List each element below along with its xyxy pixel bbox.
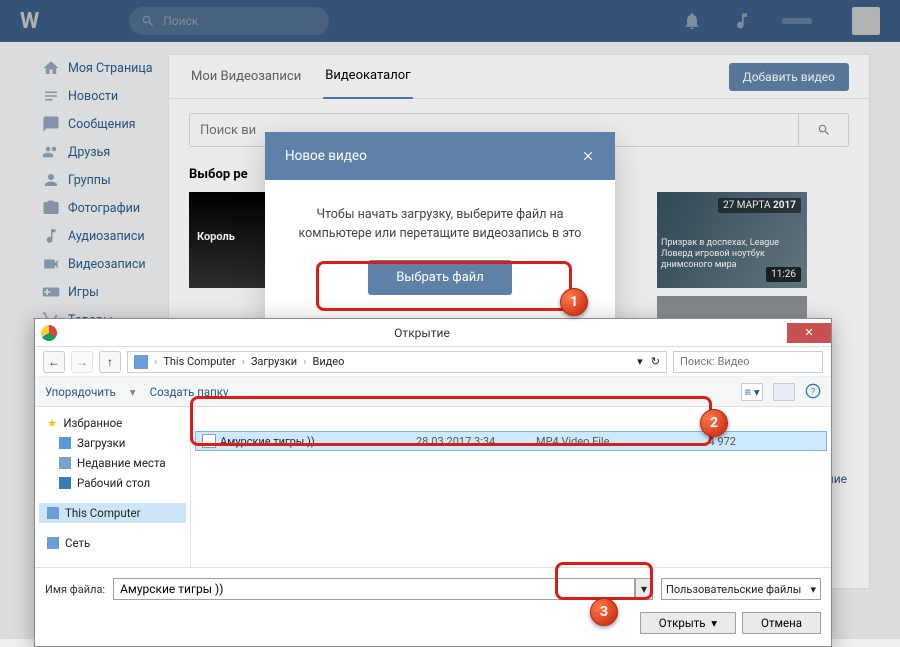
close-icon[interactable]	[581, 149, 595, 163]
dialog-sidebar: ★Избранное Загрузки Недавние места Рабоч…	[35, 407, 191, 567]
tab-catalog[interactable]: Видеокаталог	[323, 54, 412, 99]
nav-news[interactable]: Новости	[42, 82, 160, 110]
new-folder-button[interactable]: Создать папку	[150, 385, 229, 399]
svg-text:?: ?	[811, 386, 816, 397]
search-icon	[141, 14, 155, 28]
music-icon[interactable]	[732, 11, 752, 31]
progress-indicator	[782, 18, 812, 24]
filename-label: Имя файла:	[45, 583, 105, 596]
avatar[interactable]	[852, 7, 880, 35]
chrome-icon	[41, 325, 57, 341]
nav-friends[interactable]: Друзья	[42, 138, 160, 166]
friends-icon	[42, 143, 60, 161]
search-icon	[817, 123, 831, 137]
nav-up-button[interactable]: ↑	[99, 351, 121, 373]
side-network[interactable]: Сеть	[39, 533, 186, 553]
file-list: Амурские тигры )) 28.03.2017 3:34 MP4 Vi…	[191, 407, 831, 567]
view-mode-button[interactable]: ≡ ▾	[741, 383, 763, 401]
modal-desc-2: компьютере или перетащите видеозапись в …	[295, 225, 585, 244]
organize-menu[interactable]: Упорядочить	[45, 385, 116, 399]
add-video-button[interactable]: Добавить видео	[729, 63, 849, 91]
video-icon	[42, 255, 60, 273]
header-search-placeholder: Поиск	[163, 14, 198, 28]
video-thumb[interactable]: 27 МАРТА 2017 Призрак в доспехах, League…	[657, 192, 807, 288]
header-search[interactable]: Поиск	[129, 7, 329, 35]
side-recent[interactable]: Недавние места	[39, 453, 186, 473]
nav-photos[interactable]: Фотографии	[42, 194, 160, 222]
open-button[interactable]: Открыть ▾	[640, 612, 736, 634]
nav-back-button[interactable]: ←	[43, 351, 65, 373]
tab-my-videos[interactable]: Мои Видеозаписи	[189, 55, 303, 98]
camera-icon	[42, 199, 60, 217]
news-icon	[42, 87, 60, 105]
marker-2: 2	[700, 409, 728, 437]
nav-forward-button[interactable]: →	[71, 351, 93, 373]
marker-1: 1	[560, 288, 588, 316]
video-search-button[interactable]	[799, 113, 849, 147]
modal-desc-1: Чтобы начать загрузку, выберите файл на	[295, 206, 585, 225]
games-icon	[42, 283, 60, 301]
side-downloads[interactable]: Загрузки	[39, 433, 186, 453]
nav-messages[interactable]: Сообщения	[42, 110, 160, 138]
side-favorites[interactable]: ★Избранное	[39, 413, 186, 433]
audio-icon	[42, 227, 60, 245]
nav-audio[interactable]: Аудиозаписи	[42, 222, 160, 250]
messages-icon	[42, 115, 60, 133]
vk-logo-icon[interactable]: W	[20, 9, 39, 34]
marker-3: 3	[590, 598, 618, 626]
dialog-close-button[interactable]: ✕	[787, 323, 831, 343]
dialog-search[interactable]: Поиск: Видео	[673, 351, 823, 373]
filetype-select[interactable]: Пользовательские файлы▾	[661, 578, 821, 600]
side-computer[interactable]: This Computer	[39, 503, 186, 523]
file-row[interactable]: Амурские тигры )) 28.03.2017 3:34 MP4 Vi…	[195, 431, 827, 451]
modal-title: Новое видео	[285, 148, 367, 164]
cancel-button[interactable]: Отмена	[742, 612, 821, 634]
path-breadcrumb[interactable]: › This Computer › Загрузки › Видео ▾ ↻	[127, 351, 667, 373]
help-icon[interactable]: ?	[805, 383, 821, 399]
filename-input[interactable]	[113, 578, 635, 600]
preview-pane-button[interactable]	[773, 383, 795, 401]
file-open-dialog: Открытие ✕ ← → ↑ › This Computer › Загру…	[34, 318, 832, 647]
nav-games[interactable]: Игры	[42, 278, 160, 306]
vk-header: W Поиск	[0, 0, 900, 42]
dialog-title: Открытие	[57, 326, 787, 340]
select-file-button[interactable]: Выбрать файл	[368, 260, 512, 295]
home-icon	[42, 59, 60, 77]
nav-my-page[interactable]: Моя Страница	[42, 54, 160, 82]
bell-icon[interactable]	[682, 11, 702, 31]
side-desktop[interactable]: Рабочий стол	[39, 473, 186, 493]
nav-video[interactable]: Видеозаписи	[42, 250, 160, 278]
nav-groups[interactable]: Группы	[42, 166, 160, 194]
groups-icon	[42, 171, 60, 189]
